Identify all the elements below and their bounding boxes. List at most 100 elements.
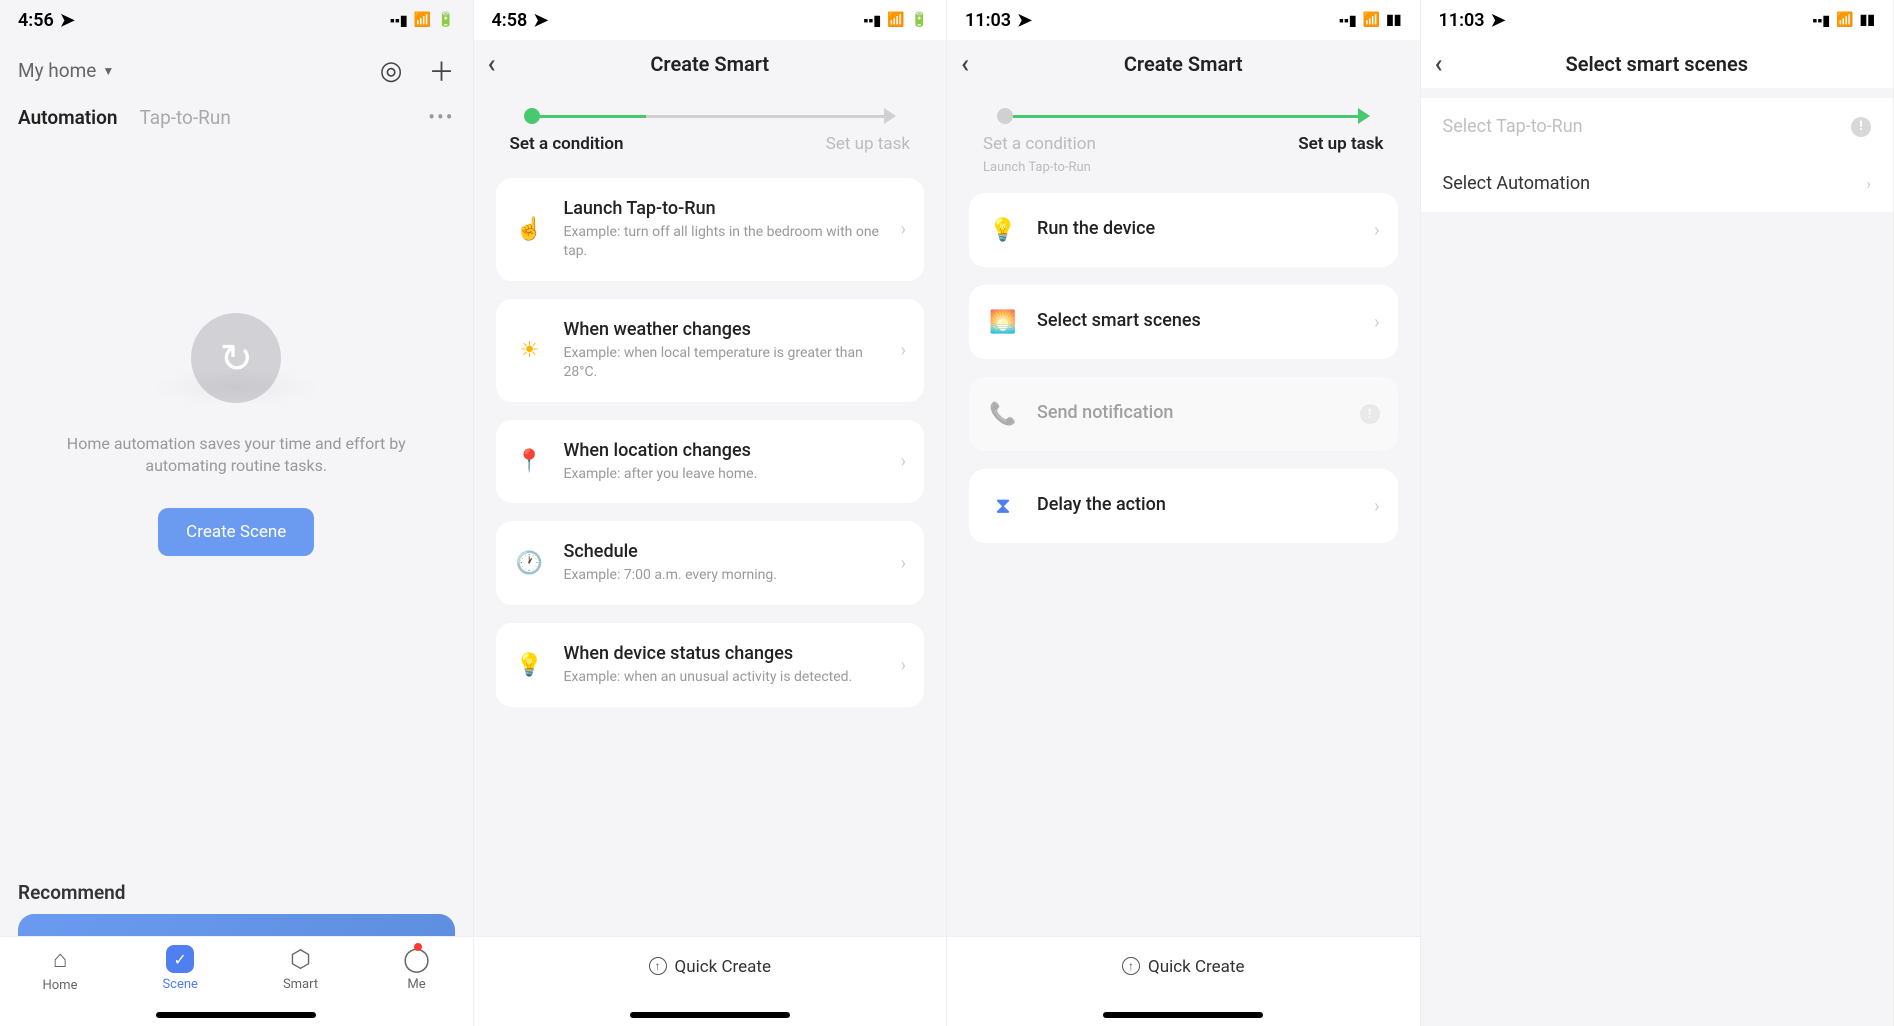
option-location-changes[interactable]: 📍 When location changesExample: after yo… [496,420,925,504]
chevron-right-icon: › [1374,496,1379,517]
signal-icon: ▪▪▮ [1339,12,1357,29]
location-arrow-icon: ➤ [60,10,75,31]
nav-me-label: Me [407,977,425,992]
tab-tap-to-run[interactable]: Tap-to-Run [139,106,230,129]
option-title: When weather changes [564,319,883,340]
page-title: Select smart scenes [1565,52,1748,76]
empty-text: Home automation saves your time and effo… [66,433,406,478]
page-title: Create Smart [650,52,769,76]
back-icon[interactable]: ‹ [1435,49,1443,79]
chevron-right-icon: › [901,340,906,361]
signal-icon: ▪▪▮ [1813,12,1831,29]
chevron-right-icon: › [901,219,906,240]
option-weather-changes[interactable]: ☀ When weather changes Example: when loca… [496,299,925,402]
option-title: Send notification [1037,402,1342,423]
empty-loop-icon: ↻ [191,313,281,403]
quick-create-label: Quick Create [1148,957,1244,977]
back-icon[interactable]: ‹ [488,49,496,79]
option-select-smart-scenes[interactable]: 🌅 Select smart scenes › [969,285,1398,359]
header: My home ▼ ◎ ＋ [0,40,473,101]
nav-header: ‹ Create Smart [947,40,1420,88]
step-line-2 [646,115,884,118]
more-icon[interactable]: ••• [428,105,454,129]
phone-icon: 📞 [987,398,1019,430]
progress-bar [474,88,947,124]
battery-icon: ▮▮ [1386,12,1401,28]
progress-bar [947,88,1420,124]
row-label: Select Automation [1443,173,1591,194]
option-title: Run the device [1037,218,1356,239]
step-arrow-icon [884,108,896,124]
screen-create-smart-task: 11:03 ➤ ▪▪▮📶▮▮ ‹ Create Smart Set a cond… [947,0,1421,1026]
screen-select-smart-scenes: 11:03 ➤ ▪▪▮📶▮▮ ‹ Select smart scenes Sel… [1421,0,1894,1026]
step-line-1 [540,115,647,118]
chevron-right-icon: › [901,451,906,472]
option-device-status[interactable]: 💡 When device status changesExample: whe… [496,623,925,707]
option-sub: Example: when an unusual activity is det… [564,668,883,687]
bulb-glow-icon: 💡 [987,214,1019,246]
option-delay-action[interactable]: ⧗ Delay the action › [969,469,1398,543]
status-time: 4:56 [18,10,54,31]
hourglass-icon: ⧗ [987,490,1019,522]
clock-icon: 🕐 [514,547,546,579]
sun-icon: ☀ [514,334,546,366]
row-select-tap-to-run: Select Tap-to-Run ! [1421,98,1894,155]
nav-home[interactable]: ⌂Home [42,945,77,993]
wifi-icon: 📶 [1363,12,1380,28]
recommend-heading: Recommend [0,867,473,914]
step-line-1 [1013,115,1358,118]
step-dot-1 [524,108,540,124]
chevron-right-icon: › [901,655,906,676]
home-indicator [156,1012,316,1018]
camera-icon[interactable]: ◎ [380,56,403,86]
step2-label: Set up task [826,134,910,154]
wifi-icon: 📶 [414,12,431,28]
nav-me[interactable]: ◯Me [403,945,430,992]
nav-smart-label: Smart [283,977,318,992]
option-title: Delay the action [1037,494,1356,515]
nav-scene-label: Scene [162,977,198,992]
chevron-down-icon: ▼ [102,64,114,78]
add-icon[interactable]: ＋ [428,52,454,89]
bulb-icon: 💡 [514,649,546,681]
option-title: When location changes [564,440,883,461]
option-sub: Example: 7:00 a.m. every morning. [564,566,883,585]
tap-icon: ☝ [514,213,546,245]
location-arrow-icon: ➤ [533,10,548,31]
step1-label: Set a condition [510,134,624,154]
location-pin-icon: 📍 [514,446,546,478]
step-arrow-icon [1358,108,1370,124]
upload-icon [649,957,667,975]
upload-icon [1122,957,1140,975]
create-scene-button[interactable]: Create Scene [158,508,314,556]
tab-automation[interactable]: Automation [18,106,117,129]
condition-options: ☝ Launch Tap-to-Run Example: turn off all… [474,160,947,725]
nav-smart[interactable]: ⬡ Smart [283,945,318,992]
home-dropdown[interactable]: My home ▼ [18,59,114,82]
step1-sublabel: Launch Tap-to-Run [947,160,1420,175]
home-label: My home [18,59,96,82]
option-run-device[interactable]: 💡 Run the device › [969,193,1398,267]
quick-create-label: Quick Create [675,957,771,977]
status-bar: 11:03 ➤ ▪▪▮📶▮▮ [947,0,1420,40]
step-dot-1 [997,108,1013,124]
wifi-icon: 📶 [1836,12,1853,28]
page-title: Create Smart [1124,52,1243,76]
row-select-automation[interactable]: Select Automation › [1421,155,1894,212]
option-title: Launch Tap-to-Run [564,198,883,219]
back-icon[interactable]: ‹ [961,49,969,79]
screen-create-smart-condition: 4:58 ➤ ▪▪▮📶🔋 ‹ Create Smart Set a condit… [474,0,948,1026]
option-sub: Example: turn off all lights in the bedr… [564,223,883,261]
status-bar: 4:56 ➤ ▪▪▮📶🔋 [0,0,473,40]
option-launch-tap-to-run[interactable]: ☝ Launch Tap-to-Run Example: turn off all… [496,178,925,281]
option-schedule[interactable]: 🕐 ScheduleExample: 7:00 a.m. every morni… [496,521,925,605]
battery-icon: 🔋 [911,12,928,28]
smart-icon: ⬡ [290,945,311,973]
home-indicator [1103,1012,1263,1018]
option-send-notification: 📞 Send notification ! [969,377,1398,451]
nav-header: ‹ Select smart scenes [1421,40,1894,88]
nav-scene[interactable]: ✓Scene [162,945,198,992]
screen-scene-home: 4:56 ➤ ▪▪▮📶🔋 My home ▼ ◎ ＋ Automation Tap… [0,0,474,1026]
sunrise-icon: 🌅 [987,306,1019,338]
option-sub: Example: when local temperature is great… [564,344,883,382]
